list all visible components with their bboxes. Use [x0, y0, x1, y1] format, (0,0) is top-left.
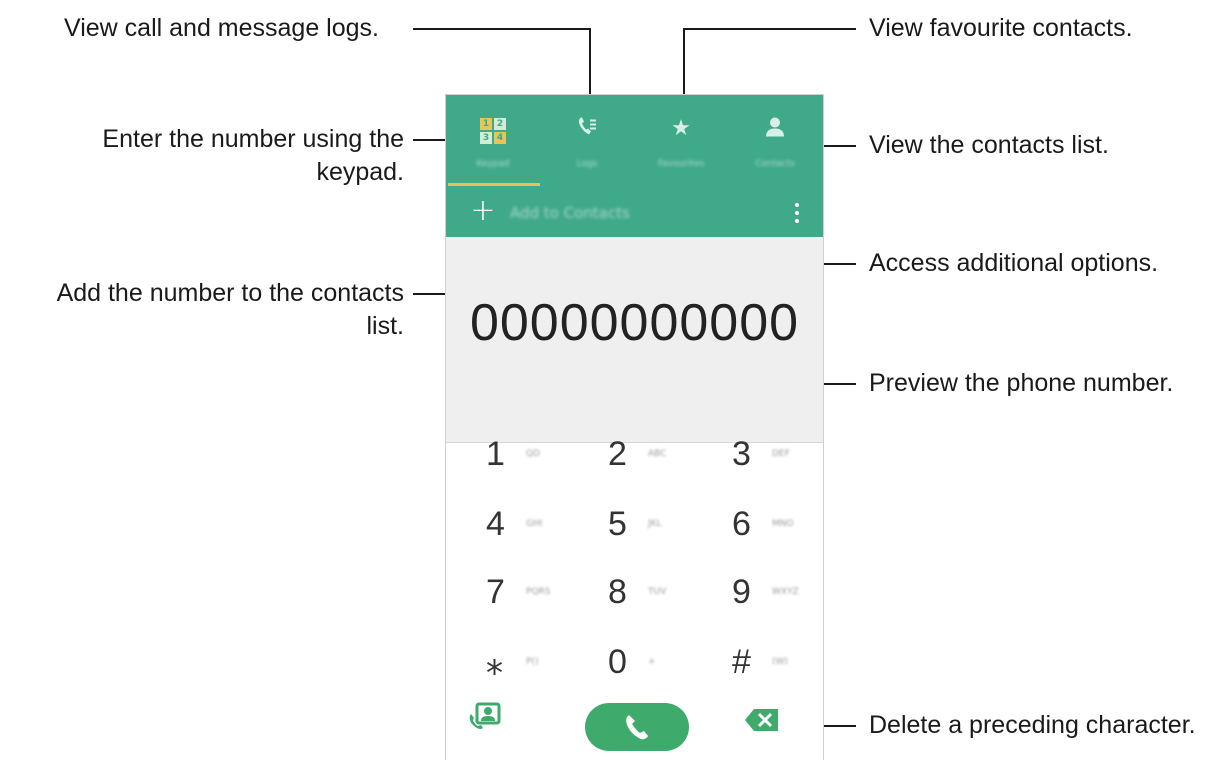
tab-contacts[interactable]: Contacts: [728, 95, 822, 189]
annotation-options: Access additional options.: [869, 249, 1159, 277]
tab-keypad[interactable]: 1 2 3 4 Keypad: [446, 95, 540, 189]
phone-number-preview: 00000000000: [469, 294, 800, 352]
tab-favourites-label: Favourites: [657, 159, 705, 169]
annotation-delete: Delete a preceding character.: [869, 711, 1196, 739]
annotation-add-line2: list.: [366, 312, 405, 340]
tab-selected-indicator: [448, 183, 540, 186]
key-2[interactable]: 2 ABC: [598, 427, 708, 487]
add-to-contacts-button[interactable]: +: [468, 193, 498, 233]
tab-keypad-label: Keypad: [476, 159, 510, 169]
key-1[interactable]: 1 QD: [476, 427, 586, 487]
keypad-bottom-row: [446, 693, 823, 760]
contacts-call-icon[interactable]: [466, 699, 506, 739]
key-7[interactable]: 7 PQRS: [476, 565, 586, 625]
key-4[interactable]: 4 GHI: [476, 497, 586, 557]
key-0[interactable]: 0 +: [598, 635, 708, 695]
key-6[interactable]: 6 MNO: [722, 497, 823, 557]
add-to-contacts-label[interactable]: Add to Contacts: [510, 204, 630, 222]
leader-line-favourites: [683, 28, 856, 30]
annotation-keypad-line1: Enter the number using the: [102, 125, 404, 153]
phone-screen: 1 2 3 4 Keypad Logs ★ Favourites Contact…: [446, 95, 823, 760]
tab-favourites[interactable]: ★ Favourites: [634, 95, 728, 189]
action-bar: + Add to Contacts: [446, 189, 823, 237]
tab-contacts-label: Contacts: [755, 159, 795, 169]
keypad-icon: 1 2 3 4: [480, 118, 506, 144]
key-5[interactable]: 5 JKL: [598, 497, 708, 557]
annotation-add-line1: Add the number to the contacts: [56, 279, 404, 307]
tab-logs-label: Logs: [576, 159, 598, 169]
annotation-preview: Preview the phone number.: [869, 369, 1174, 397]
more-options-icon[interactable]: [792, 201, 802, 225]
key-9[interactable]: 9 WXYZ: [722, 565, 823, 625]
tab-logs[interactable]: Logs: [540, 95, 634, 189]
star-icon: ★: [671, 116, 691, 141]
call-log-icon: [577, 116, 597, 143]
key-hash[interactable]: # (W): [722, 635, 823, 695]
key-star[interactable]: ⁎ P(): [476, 635, 586, 695]
annotation-contacts-list: View the contacts list.: [869, 131, 1109, 159]
annotation-keypad-line2: keypad.: [316, 158, 404, 186]
annotation-logs: View call and message logs.: [64, 14, 379, 42]
number-display: 00000000000: [446, 237, 823, 443]
key-8[interactable]: 8 TUV: [598, 565, 708, 625]
backspace-icon[interactable]: [744, 707, 780, 733]
tab-bar: 1 2 3 4 Keypad Logs ★ Favourites Contact…: [446, 95, 823, 189]
annotation-favourites: View favourite contacts.: [869, 14, 1133, 42]
phone-icon: [626, 715, 648, 740]
leader-line-logs: [413, 28, 591, 30]
key-3[interactable]: 3 DEF: [722, 427, 823, 487]
call-button[interactable]: [585, 703, 689, 751]
person-icon: [764, 116, 786, 143]
